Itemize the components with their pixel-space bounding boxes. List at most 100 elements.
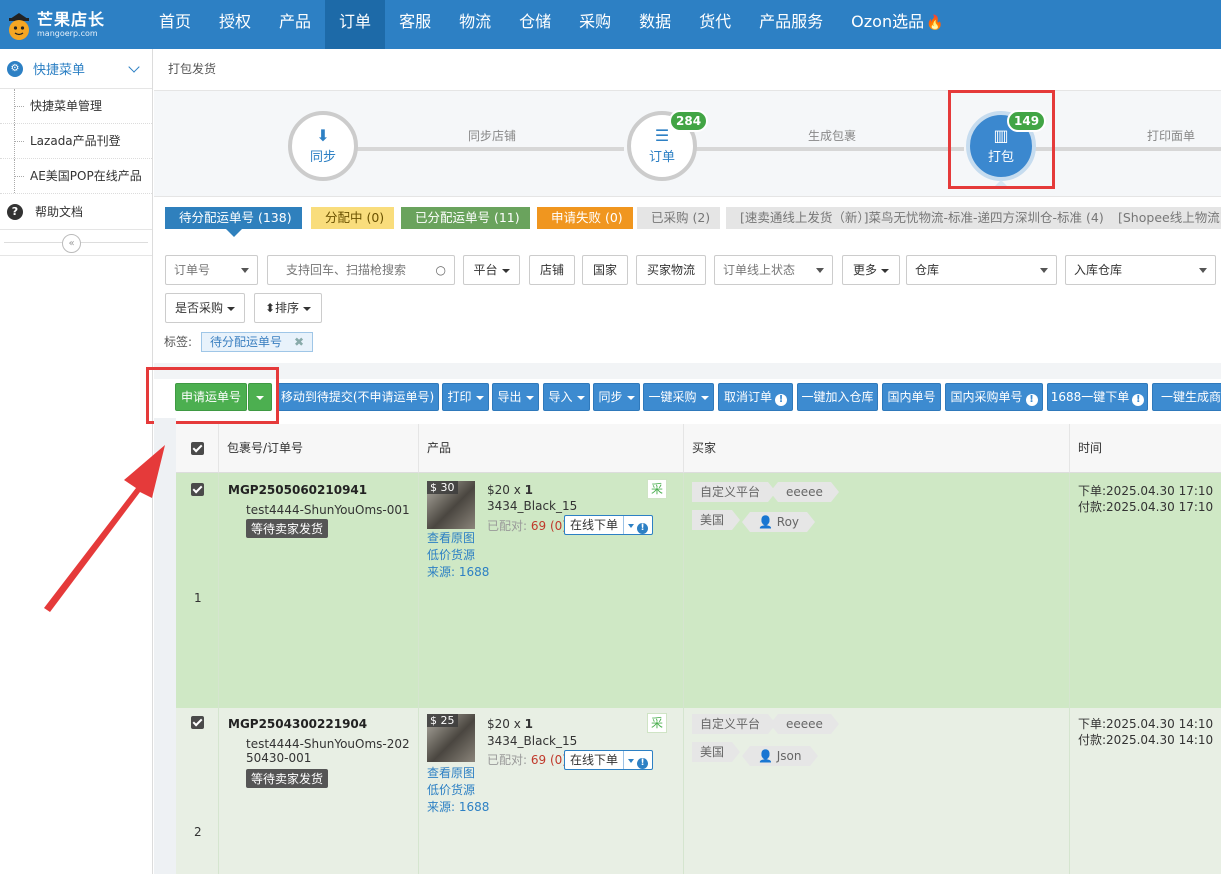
search-icon: ○	[435, 263, 446, 277]
caret-down-icon	[227, 306, 235, 311]
quick-menu-label: 快捷菜单	[33, 63, 86, 78]
move-to-pending-button[interactable]: 移动到待提交(不申请运单号)	[276, 383, 439, 411]
nav-home[interactable]: 首页	[145, 0, 205, 49]
product-thumbnail[interactable]: $ 25	[427, 714, 475, 762]
platform-dropdown[interactable]: 平台	[463, 255, 520, 285]
print-dropdown[interactable]: 打印	[442, 383, 489, 411]
price-tag: $ 30	[427, 481, 458, 494]
search-input[interactable]: 支持回车、扫描枪搜索 ○	[267, 255, 455, 285]
price-qty: $20 x 1	[487, 483, 533, 497]
domestic-purchase-no-label: 国内采购单号	[950, 390, 1023, 404]
order-1688-button[interactable]: 1688一键下单!	[1047, 383, 1148, 411]
online-order-button[interactable]: 在线下单!	[564, 750, 654, 770]
cancel-order-button[interactable]: 取消订单!	[718, 383, 793, 411]
info-icon: !	[1025, 394, 1038, 406]
top-navigation-bar: 芒果店长 mangoerp.com 首页 授权 产品 订单 客服 物流 仓储 采…	[0, 0, 1221, 49]
section-divider	[154, 363, 1221, 379]
more-dropdown[interactable]: 更多	[842, 255, 900, 285]
one-click-purchase-dropdown[interactable]: 一键采购	[643, 383, 714, 411]
highlight-box-apply	[146, 367, 279, 424]
low-price-source-link[interactable]: 低价货源	[427, 547, 475, 564]
buyer-logistics-button[interactable]: 买家物流	[636, 255, 706, 285]
nav-auth[interactable]: 授权	[205, 0, 265, 49]
package-no[interactable]: MGP2504300221904	[228, 717, 367, 731]
tab-assigning[interactable]: 分配中 (0)	[311, 207, 395, 229]
nav-data[interactable]: 数据	[625, 0, 685, 49]
action-toolbar: 申请运单号 移动到待提交(不申请运单号) 打印 导出 导入 同步 一键采购 取消…	[165, 380, 1221, 418]
view-original-link[interactable]: 查看原图	[427, 765, 475, 782]
inbound-warehouse-select[interactable]: 入库仓库	[1065, 255, 1216, 285]
order-time: 下单:2025.04.30 14:10	[1078, 717, 1214, 731]
row-checkbox[interactable]	[191, 483, 204, 496]
nav-purchase[interactable]: 采购	[565, 0, 625, 49]
sidebar-help[interactable]: ? 帮助文档	[0, 194, 152, 230]
annotation-arrow	[44, 445, 165, 612]
domestic-no-button[interactable]: 国内单号	[882, 383, 941, 411]
sync-dropdown[interactable]: 同步	[593, 383, 640, 411]
import-dropdown[interactable]: 导入	[543, 383, 590, 411]
package-no[interactable]: MGP2505060210941	[228, 483, 367, 497]
warehouse-label: 仓库	[915, 263, 940, 277]
tab-pending-waybill[interactable]: 待分配运单号 (138)	[165, 207, 302, 229]
step-label-sync-store: 同步店铺	[468, 129, 517, 143]
purchased-dropdown[interactable]: 是否采购	[165, 293, 245, 323]
online-status-label: 订单线上状态	[723, 263, 796, 277]
qty-value: 1	[524, 717, 533, 731]
row-number: 2	[194, 825, 202, 839]
double-chevron-left-icon[interactable]: «	[62, 234, 81, 253]
nav-ozon[interactable]: Ozon选品 🔥	[837, 0, 957, 49]
warehouse-select[interactable]: 仓库	[906, 255, 1057, 285]
status-tabs: 待分配运单号 (138) 分配中 (0) 已分配运单号 (11) 申请失败 (0…	[154, 197, 1221, 243]
sort-dropdown[interactable]: ⬍排序	[254, 293, 322, 323]
generate-product-button[interactable]: 一键生成商品	[1152, 383, 1221, 411]
buyer-name-chip: 👤 Json	[742, 746, 817, 766]
step-track	[1034, 147, 1221, 151]
add-to-warehouse-button[interactable]: 一键加入仓库	[797, 383, 878, 411]
country-button[interactable]: 国家	[582, 255, 628, 285]
info-icon: !	[1132, 394, 1145, 406]
online-order-button[interactable]: 在线下单!	[564, 515, 654, 535]
view-original-link[interactable]: 查看原图	[427, 530, 475, 547]
store-button[interactable]: 店铺	[529, 255, 575, 285]
logo-name: 芒果店长	[37, 10, 106, 29]
online-status-select[interactable]: 订单线上状态	[714, 255, 833, 285]
step-sync[interactable]: ⬇ 同步	[288, 111, 358, 181]
sidebar-quick-menu[interactable]: ⚙ 快捷菜单	[0, 49, 152, 89]
tag-label: 标签:	[164, 335, 193, 349]
low-price-source-link[interactable]: 低价货源	[427, 782, 475, 799]
nav-product-service[interactable]: 产品服务	[745, 0, 837, 49]
step-track	[354, 147, 624, 151]
row-checkbox[interactable]	[191, 716, 204, 729]
nav-service[interactable]: 客服	[385, 0, 445, 49]
sidebar-item-lazada[interactable]: Lazada产品刊登	[0, 124, 152, 159]
order-no: test4444-ShunYouOms-001	[246, 503, 410, 517]
nav-order[interactable]: 订单	[325, 0, 386, 49]
logo[interactable]: 芒果店长 mangoerp.com	[0, 0, 152, 49]
sidebar-item-quick-menu-manage[interactable]: 快捷菜单管理	[0, 89, 152, 124]
order-no-select[interactable]: 订单号	[165, 255, 258, 285]
tab-shopee-logistics[interactable]: [Shopee线上物流]Sh	[1104, 207, 1221, 229]
tab-aliexpress-logistics[interactable]: [速卖通线上发货（新）]菜鸟无忧物流-标准-递四方深圳仓-标准 (4)	[726, 207, 1114, 229]
nav-freight[interactable]: 货代	[685, 0, 745, 49]
close-icon[interactable]: ✖	[294, 335, 304, 349]
tab-purchased[interactable]: 已采购 (2)	[637, 207, 721, 229]
export-dropdown[interactable]: 导出	[492, 383, 539, 411]
source-1688-link[interactable]: 来源: 1688	[427, 799, 489, 816]
buyer-tag-chip: eeeee	[770, 482, 839, 502]
matched-value: 69 (0)	[530, 753, 567, 767]
tab-assigned[interactable]: 已分配运单号 (11)	[401, 207, 530, 229]
tab-failed[interactable]: 申请失败 (0)	[537, 207, 633, 229]
source-1688-link[interactable]: 来源: 1688	[427, 564, 489, 581]
status-badge: 等待卖家发货	[246, 769, 329, 788]
nav-storage[interactable]: 仓储	[505, 0, 565, 49]
domestic-purchase-no-button[interactable]: 国内采购单号!	[945, 383, 1043, 411]
nav-logistics[interactable]: 物流	[445, 0, 505, 49]
status-badge: 等待卖家发货	[246, 519, 329, 538]
tag-chip-label: 待分配运单号	[210, 335, 283, 349]
mango-logo-icon	[6, 11, 32, 40]
product-thumbnail[interactable]: $ 30	[427, 481, 475, 529]
sidebar-item-ae-pop[interactable]: AE美国POP在线产品	[0, 159, 152, 194]
select-all-checkbox[interactable]	[176, 424, 219, 473]
nav-product[interactable]: 产品	[265, 0, 325, 49]
step-order-label: 订单	[648, 149, 675, 165]
